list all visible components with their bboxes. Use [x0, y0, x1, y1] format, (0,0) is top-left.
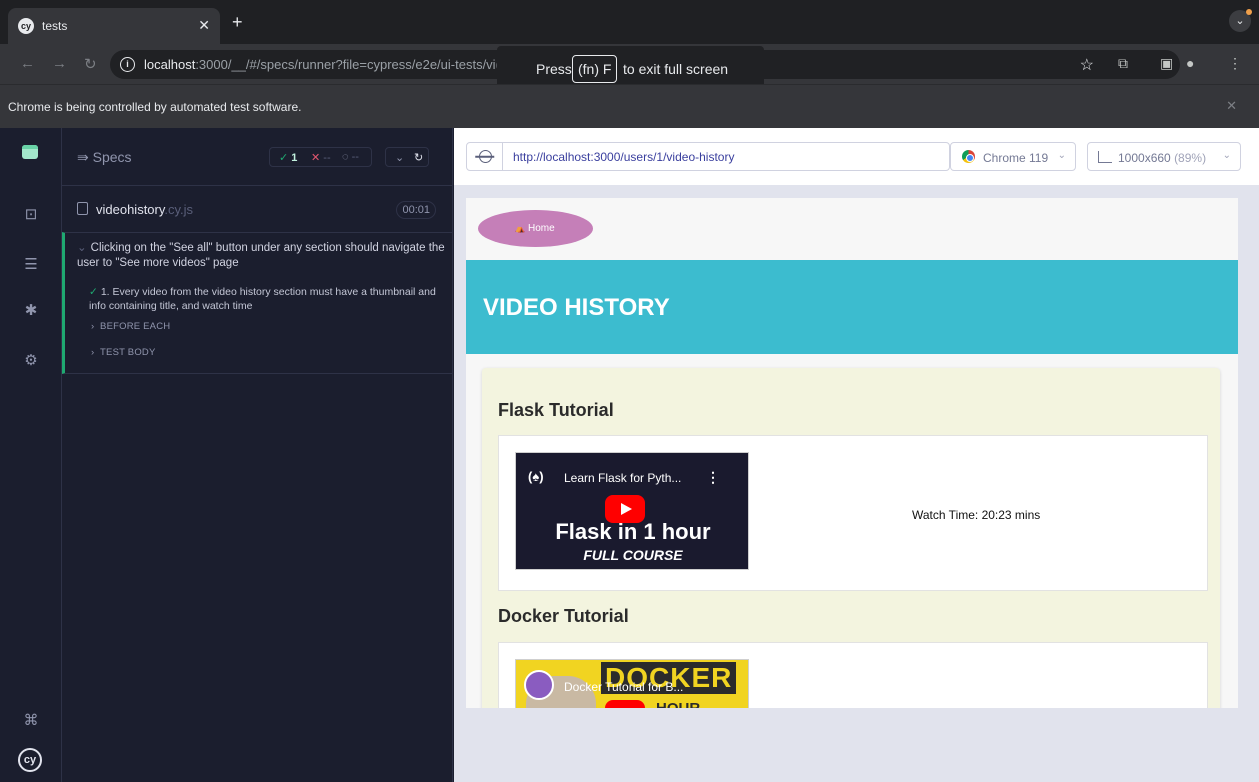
- toast-text-after: to exit full screen: [623, 61, 729, 77]
- test-suite[interactable]: ⌄ Clicking on the "See all" button under …: [62, 232, 453, 374]
- video-title: Docker Tutorial for B...: [564, 680, 684, 694]
- viewport-icon: [1098, 151, 1112, 163]
- suite-chevron-icon: ⌄: [77, 242, 87, 254]
- side-panel-icon[interactable]: ▣: [1160, 55, 1173, 72]
- browser-label: Chrome 119: [983, 151, 1049, 165]
- chrome-icon: [962, 150, 975, 163]
- video-title: Learn Flask for Pyth...: [564, 471, 682, 485]
- video-thumbnail[interactable]: DOCKER Docker Tutorial for B... HOUR: [515, 659, 749, 708]
- aut-url-bar[interactable]: http://localhost:3000/users/1/video-hist…: [466, 142, 950, 171]
- collapse-chevron-icon[interactable]: ⌄: [395, 151, 404, 164]
- back-arrow-icon[interactable]: ←: [20, 55, 35, 72]
- spec-file-name: videohistory.cy.js: [96, 202, 194, 217]
- cypress-favicon-icon: cy: [18, 18, 34, 34]
- new-tab-icon[interactable]: +: [232, 13, 243, 31]
- spec-duration: 00:01: [396, 201, 436, 219]
- spec-file-header: videohistory.cy.js 00:01: [62, 185, 453, 232]
- specs-toggle[interactable]: ⇛ Specs: [77, 149, 132, 166]
- page-banner: VIDEO HISTORY: [466, 260, 1238, 354]
- selector-playground-icon[interactable]: [467, 143, 503, 170]
- thumb-line1: Flask in 1 hour: [555, 519, 711, 544]
- test-title[interactable]: ✓ 1. Every video from the video history s…: [89, 285, 439, 313]
- passed-count: ✓ 1: [279, 152, 298, 164]
- forward-arrow-icon[interactable]: →: [52, 55, 67, 72]
- settings-gear-icon[interactable]: ⚙: [21, 351, 41, 371]
- test-stats: ✓ 1 ✕ -- ◌ --: [269, 147, 372, 167]
- channel-avatar: [524, 670, 554, 700]
- chevron-down-icon: ⌄: [1057, 150, 1066, 161]
- browser-menu-icon[interactable]: ⋮: [1228, 55, 1242, 72]
- specs-list-icon: ⇛: [77, 149, 93, 165]
- browser-tab[interactable]: cy tests ✕: [8, 8, 220, 44]
- bookmark-star-icon[interactable]: ☆: [1080, 55, 1094, 75]
- specs-label: Specs: [92, 149, 132, 165]
- infobar-message: Chrome is being controlled by automated …: [8, 100, 302, 114]
- toast-key: (fn) F: [572, 55, 618, 83]
- failed-count: ✕ --: [311, 152, 331, 164]
- hook-test-body[interactable]: › TEST BODY: [91, 347, 156, 358]
- section-title: Flask Tutorial: [498, 400, 614, 420]
- youtube-play-icon[interactable]: [605, 700, 645, 708]
- project-logo-icon[interactable]: [22, 145, 38, 159]
- aut-header: http://localhost:3000/users/1/video-hist…: [454, 128, 1259, 185]
- automation-infobar: Chrome is being controlled by automated …: [0, 84, 1259, 128]
- video-thumbnail[interactable]: (♠) Learn Flask for Pyth... ⋮ Flask in 1…: [515, 452, 749, 570]
- viewport-label: 1000x660 (89%): [1118, 151, 1207, 165]
- chevron-down-icon: ⌄: [1222, 150, 1231, 161]
- aut-iframe: Home VIDEO HISTORY Flask Tutorial (♠) Le…: [466, 198, 1238, 708]
- tab-title: tests: [42, 19, 68, 33]
- extensions-puzzle-icon[interactable]: ⧉: [1118, 55, 1128, 72]
- cypress-logo-icon: cy: [18, 748, 42, 772]
- freecodecamp-logo-icon: (♠): [528, 469, 544, 484]
- tab-search-chevron-icon[interactable]: ⌄: [1229, 9, 1252, 32]
- viewport-selector[interactable]: 1000x660 (89%) ⌄: [1087, 142, 1241, 171]
- thumb-line2: FULL COURSE: [583, 547, 683, 563]
- toast-text-before: Press: [536, 61, 572, 77]
- suite-title[interactable]: ⌄ Clicking on the "See all" button under …: [77, 241, 447, 271]
- infobar-close-icon[interactable]: ✕: [1226, 98, 1237, 114]
- home-button[interactable]: Home: [478, 210, 593, 247]
- address-url: localhost:3000/__/#/specs/runner?file=cy…: [144, 57, 504, 72]
- cypress-sidebar: ⊡ ☰ ✱ ⚙ ⌘ cy: [0, 128, 62, 782]
- page-heading: VIDEO HISTORY: [483, 294, 670, 321]
- rerun-icon[interactable]: ↻: [414, 151, 423, 164]
- specs-nav-icon[interactable]: ⊡: [21, 205, 41, 225]
- hook-chevron-icon: ›: [91, 321, 101, 332]
- close-tab-icon[interactable]: ✕: [198, 17, 210, 34]
- profile-avatar-icon[interactable]: ●: [1186, 55, 1194, 71]
- history-content: Flask Tutorial (♠) Learn Flask for Pyth.…: [482, 368, 1220, 708]
- aut-runner: http://localhost:3000/users/1/video-hist…: [454, 128, 1259, 782]
- hook-before-each[interactable]: › BEFORE EACH: [91, 321, 170, 332]
- thumb-line1: HOUR: [656, 700, 700, 708]
- reporter-panel: ⇛ Specs ✓ 1 ✕ -- ◌ -- ⌄ ↻ videohistory.c…: [62, 128, 453, 782]
- video-card: (♠) Learn Flask for Pyth... ⋮ Flask in 1…: [498, 435, 1208, 591]
- reporter-controls: ⌄ ↻: [385, 147, 429, 167]
- hook-chevron-icon: ›: [91, 347, 101, 358]
- aut-url-text: http://localhost:3000/users/1/video-hist…: [513, 150, 735, 164]
- reload-icon[interactable]: ↻: [84, 55, 97, 73]
- video-card: DOCKER Docker Tutorial for B... HOUR: [498, 642, 1208, 708]
- reporter-header: ⇛ Specs ✓ 1 ✕ -- ◌ -- ⌄ ↻: [62, 128, 453, 185]
- test-passed-icon: ✓: [89, 286, 98, 298]
- section-title: Docker Tutorial: [498, 606, 629, 626]
- site-info-icon[interactable]: i: [120, 57, 135, 72]
- debug-bug-icon[interactable]: ✱: [21, 301, 41, 321]
- more-options-icon: ⋮: [706, 469, 720, 485]
- watch-time: Watch Time: 20:23 mins: [912, 508, 1041, 522]
- spec-file-icon: [77, 202, 88, 215]
- browser-selector[interactable]: Chrome 119 ⌄: [950, 142, 1076, 171]
- home-label: Home: [515, 223, 555, 234]
- pending-count: ◌ --: [342, 151, 359, 163]
- browser-tab-strip: cy tests ✕ + ⌄: [0, 0, 1259, 44]
- runs-nav-icon[interactable]: ☰: [21, 255, 41, 275]
- keyboard-shortcuts-icon[interactable]: ⌘: [21, 711, 41, 731]
